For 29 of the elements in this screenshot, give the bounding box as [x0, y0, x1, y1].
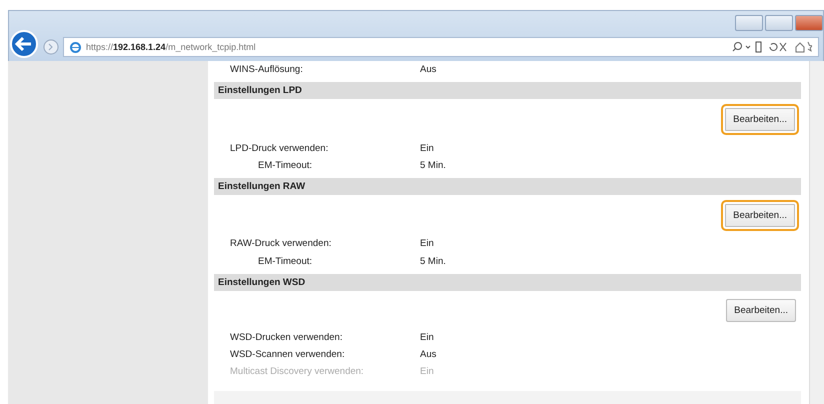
setting-label: EM-Timeout: [257, 256, 314, 267]
setting-value: Ein [420, 366, 434, 378]
browser-logo-icon [70, 42, 81, 52]
maximize-button[interactable] [765, 15, 793, 31]
setting-label: WINS-Auflösung: [229, 64, 304, 76]
scrollbar[interactable] [809, 61, 824, 404]
close-button[interactable] [795, 15, 823, 31]
setting-value: Ein [420, 238, 434, 250]
setting-value: Aus [420, 64, 436, 76]
setting-value: Ein [420, 142, 434, 154]
setting-value: Ein [420, 332, 434, 343]
setting-label: EM-Timeout: [257, 160, 314, 171]
address-tools-icon[interactable] [732, 40, 812, 54]
setting-label: Multicast Discovery verwenden: [229, 366, 365, 378]
edit-button[interactable]: Bearbeiten... [721, 104, 799, 136]
address-field[interactable]: https://192.168.1.24/m_network_tcpip.html [63, 37, 819, 57]
setting-label: WSD-Drucken verwenden: [229, 332, 344, 343]
setting-value: 5 Min. [420, 256, 446, 267]
section-header: Einstellungen WSD [214, 274, 801, 291]
section-header: Einstellungen RAW [214, 178, 801, 196]
setting-label: LPD-Druck verwenden: [229, 142, 330, 154]
setting-label: WSD-Scannen verwenden: [229, 349, 346, 360]
section-header: Einstellungen LPD [214, 82, 801, 100]
setting-value: 5 Min. [420, 160, 446, 171]
setting-value: Aus [420, 349, 436, 360]
minimize-button[interactable] [735, 15, 763, 31]
setting-label: RAW-Druck verwenden: [229, 238, 332, 250]
edit-button[interactable]: Bearbeiten... [721, 200, 799, 232]
edit-button[interactable]: Bearbeiten... [726, 298, 796, 322]
